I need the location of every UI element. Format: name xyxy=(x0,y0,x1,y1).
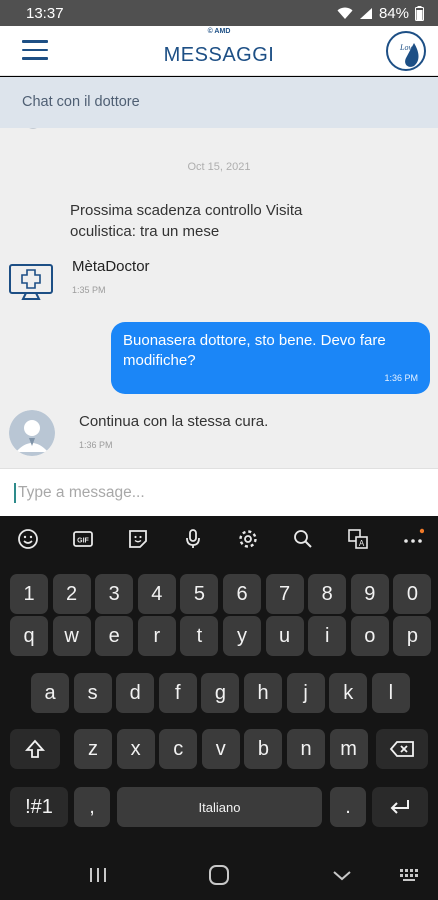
settings-gear-icon[interactable] xyxy=(236,527,260,551)
key-2[interactable]: 2 xyxy=(52,574,91,614)
app-header: © AMD MESSAGGI Low xyxy=(0,26,438,76)
key-3[interactable]: 3 xyxy=(95,574,134,614)
key-4[interactable]: 4 xyxy=(137,574,176,614)
key-1[interactable]: 1 xyxy=(10,574,48,614)
status-time: 13:37 xyxy=(26,4,64,22)
recent-apps-icon[interactable] xyxy=(86,865,110,885)
key-p[interactable]: p xyxy=(393,616,432,656)
on-screen-keyboard: GIF A 1234567890 qwertyuiop asdfghjkl zxcvb… xyxy=(0,516,438,850)
outgoing-message-bubble: Buonasera dottore, sto bene. Devo fare m… xyxy=(111,322,430,394)
key-d[interactable]: d xyxy=(116,673,155,713)
key-u[interactable]: u xyxy=(265,616,304,656)
key-e[interactable]: e xyxy=(95,616,134,656)
system-nav-bar xyxy=(0,850,438,900)
backspace-key[interactable] xyxy=(376,729,428,769)
key-v[interactable]: v xyxy=(201,729,240,769)
app-logo: Low xyxy=(386,31,426,71)
avatar-partial xyxy=(29,128,37,129)
svg-text:A: A xyxy=(359,539,365,548)
more-icon[interactable] xyxy=(401,527,425,551)
key-k[interactable]: k xyxy=(329,673,368,713)
shift-icon xyxy=(24,739,46,758)
symbols-key[interactable]: !#1 xyxy=(10,787,68,827)
key-5[interactable]: 5 xyxy=(180,574,219,614)
incoming-message-text: Continua con la stessa cura. xyxy=(79,413,269,430)
key-q[interactable]: q xyxy=(10,616,48,656)
period-key[interactable]: . xyxy=(330,787,366,827)
svg-text:Low: Low xyxy=(399,43,414,52)
key-0[interactable]: 0 xyxy=(393,574,432,614)
text-cursor xyxy=(14,483,16,503)
enter-key[interactable] xyxy=(372,787,428,827)
shift-key[interactable] xyxy=(10,729,60,769)
emoji-icon[interactable] xyxy=(16,527,40,551)
key-7[interactable]: 7 xyxy=(265,574,304,614)
battery-percent: 84% xyxy=(378,4,409,22)
key-a[interactable]: a xyxy=(31,673,69,713)
message-time: 1:35 PM xyxy=(72,285,106,295)
signal-icon xyxy=(359,7,372,19)
outgoing-message-time: 1:36 PM xyxy=(384,373,418,383)
monitor-medical-icon xyxy=(9,264,53,300)
key-y[interactable]: y xyxy=(223,616,261,656)
sender-name: MètaDoctor xyxy=(72,258,150,275)
comma-key[interactable]: , xyxy=(74,787,110,827)
system-message: Prossima scadenza controllo Visita oculi… xyxy=(70,202,303,240)
key-8[interactable]: 8 xyxy=(308,574,347,614)
key-t[interactable]: t xyxy=(180,616,219,656)
translate-icon[interactable]: A xyxy=(346,527,370,551)
backspace-icon xyxy=(389,741,414,757)
search-icon[interactable] xyxy=(291,527,315,551)
key-x[interactable]: x xyxy=(116,729,155,769)
brand-mark: © AMD xyxy=(207,28,231,35)
key-l[interactable]: l xyxy=(371,673,410,713)
key-i[interactable]: i xyxy=(308,616,347,656)
battery-icon xyxy=(415,5,424,21)
gif-icon[interactable]: GIF xyxy=(71,527,95,551)
status-bar: 13:37 84% xyxy=(0,0,438,26)
key-w[interactable]: w xyxy=(52,616,91,656)
incoming-message-time: 1:36 PM xyxy=(79,440,113,450)
hide-keyboard-icon[interactable] xyxy=(330,865,354,885)
date-separator: Oct 15, 2021 xyxy=(187,161,251,173)
enter-icon xyxy=(390,800,409,814)
microphone-icon[interactable] xyxy=(181,527,205,551)
key-g[interactable]: g xyxy=(201,673,240,713)
wifi-icon xyxy=(337,7,353,19)
key-r[interactable]: r xyxy=(137,616,176,656)
key-6[interactable]: 6 xyxy=(223,574,261,614)
key-o[interactable]: o xyxy=(350,616,389,656)
outgoing-message-text: Buonasera dottore, sto bene. Devo fare m… xyxy=(123,332,386,369)
doctor-avatar xyxy=(9,410,55,456)
svg-text:GIF: GIF xyxy=(77,538,89,545)
space-key[interactable]: Italiano xyxy=(117,787,322,827)
keyboard-switch-icon[interactable] xyxy=(398,865,422,885)
key-c[interactable]: c xyxy=(159,729,198,769)
home-icon[interactable] xyxy=(207,865,231,885)
message-input-bar xyxy=(0,468,438,516)
key-n[interactable]: n xyxy=(287,729,325,769)
key-j[interactable]: j xyxy=(286,673,325,713)
key-9[interactable]: 9 xyxy=(350,574,389,614)
key-z[interactable]: z xyxy=(74,729,112,769)
keyboard-toolbar: GIF A xyxy=(0,516,438,562)
key-b[interactable]: b xyxy=(244,729,283,769)
key-f[interactable]: f xyxy=(158,673,197,713)
chat-subheader: Chat con il dottore xyxy=(0,77,438,128)
key-s[interactable]: s xyxy=(73,673,112,713)
chat-area[interactable]: Oct 15, 2021 Prossima scadenza controllo… xyxy=(0,128,438,468)
page-title: MESSAGGI xyxy=(163,44,275,66)
key-m[interactable]: m xyxy=(329,729,368,769)
message-input[interactable] xyxy=(18,479,418,507)
sticker-icon[interactable] xyxy=(126,527,150,551)
key-h[interactable]: h xyxy=(244,673,282,713)
